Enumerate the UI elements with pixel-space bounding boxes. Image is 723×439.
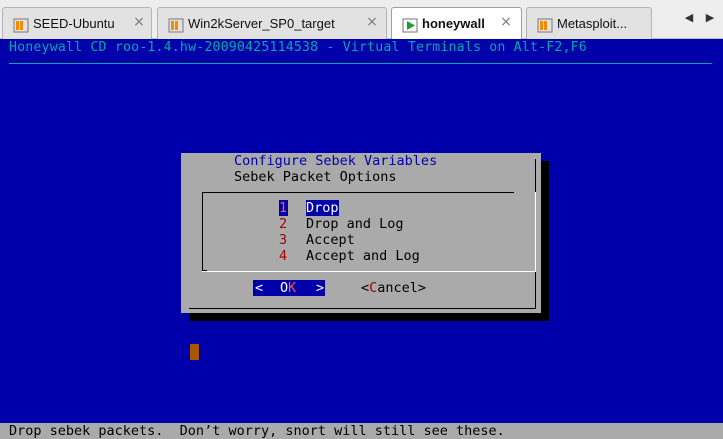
cancel-button-bracket: < bbox=[361, 280, 370, 296]
cancel-button[interactable]: <Cancel> bbox=[361, 280, 426, 296]
ok-button-bracket: < bbox=[255, 280, 264, 296]
text-cursor bbox=[190, 344, 199, 360]
vm-powered-off-icon bbox=[13, 18, 29, 33]
menu-box-border bbox=[202, 271, 536, 272]
dialog-border bbox=[189, 308, 536, 309]
status-text: Drop sebek packets. Don’t worry, snort w… bbox=[9, 423, 505, 439]
close-tab-icon[interactable]: × bbox=[131, 13, 147, 31]
menu-item-label: Accept and Log bbox=[306, 248, 420, 264]
vm-powered-off-icon bbox=[168, 18, 184, 33]
vm-console[interactable]: Honeywall CD roo-1.4.hw-20090425114538 -… bbox=[0, 39, 723, 439]
tab-label: SEED-Ubuntu bbox=[33, 16, 115, 31]
vm-powered-off-icon bbox=[537, 18, 553, 33]
menu-item-key: 1 bbox=[279, 200, 288, 216]
tab-label: Metasploit... bbox=[557, 16, 628, 31]
menu-box-border bbox=[202, 192, 203, 271]
dialog-title: Configure Sebek Variables bbox=[234, 153, 438, 169]
ok-button-bracket: > bbox=[316, 280, 325, 296]
menu-item-label: Accept bbox=[306, 232, 355, 248]
tab-seed-ubuntu[interactable]: SEED-Ubuntu × bbox=[2, 7, 152, 39]
backtitle: Honeywall CD roo-1.4.hw-20090425114538 -… bbox=[9, 40, 587, 55]
menu-item-key: 3 bbox=[279, 232, 288, 248]
menu-item-accept[interactable]: 3 Accept bbox=[279, 232, 355, 248]
tab-honeywall[interactable]: honeywall × bbox=[391, 7, 522, 40]
status-bar: Drop sebek packets. Don’t worry, snort w… bbox=[0, 423, 723, 439]
menu-item-accept-and-log[interactable]: 4 Accept and Log bbox=[279, 248, 420, 264]
vm-tab-bar: SEED-Ubuntu × Win2kServer_SP0_target × h… bbox=[0, 0, 723, 40]
close-tab-icon[interactable]: × bbox=[498, 13, 514, 31]
close-tab-icon[interactable]: × bbox=[364, 13, 380, 31]
menu-item-drop[interactable]: 1 Drop bbox=[279, 200, 339, 216]
backtitle-rule bbox=[9, 63, 712, 64]
menu-box-border bbox=[202, 192, 514, 193]
scroll-tabs-left-icon[interactable]: ◀ bbox=[683, 11, 695, 25]
tab-metasploitable[interactable]: Metasploit... bbox=[526, 7, 652, 39]
ok-button-label: O bbox=[280, 280, 289, 296]
dialog-subtitle: Sebek Packet Options bbox=[234, 169, 397, 185]
ok-button[interactable]: < O K > bbox=[253, 280, 325, 296]
tab-label: honeywall bbox=[422, 16, 485, 31]
vm-running-icon bbox=[402, 18, 418, 33]
tab-label: Win2kServer_SP0_target bbox=[188, 16, 335, 31]
menu-item-key: 4 bbox=[279, 248, 288, 264]
menu-box-border bbox=[535, 192, 536, 271]
tab-win2kserver[interactable]: Win2kServer_SP0_target × bbox=[157, 7, 387, 39]
sebek-options-dialog: Configure Sebek Variables Sebek Packet O… bbox=[181, 153, 541, 313]
scroll-tabs-right-icon[interactable]: ▶ bbox=[704, 11, 716, 25]
menu-item-label: Drop and Log bbox=[306, 216, 404, 232]
menu-item-drop-and-log[interactable]: 2 Drop and Log bbox=[279, 216, 404, 232]
cancel-button-label: ancel> bbox=[377, 280, 427, 296]
menu-item-key: 2 bbox=[279, 216, 288, 232]
ok-button-hotkey: K bbox=[288, 280, 297, 296]
menu-item-label: Drop bbox=[306, 200, 339, 216]
